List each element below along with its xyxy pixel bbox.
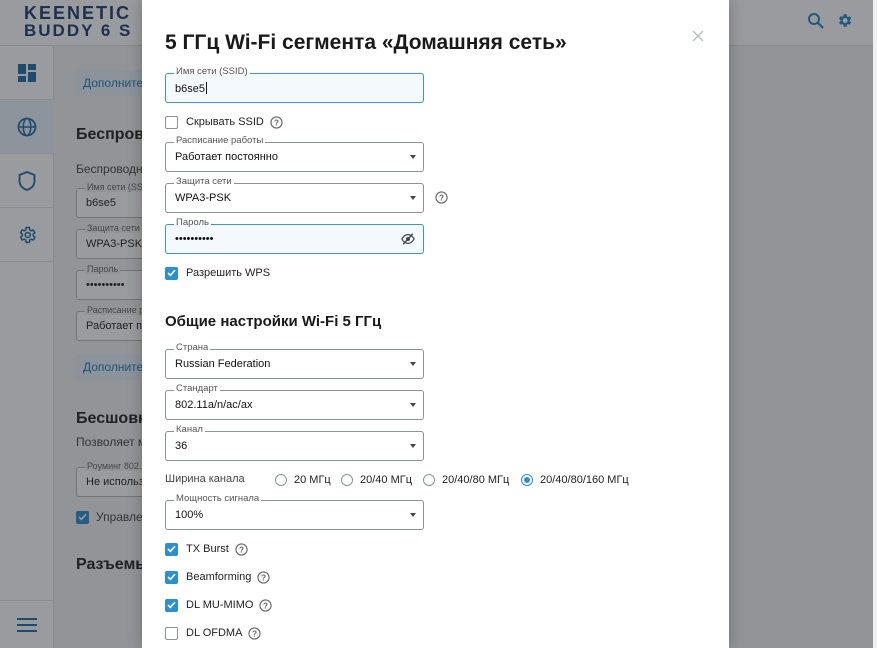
power-select[interactable]: Мощность сигнала 100% [165,493,424,530]
ssid-input[interactable]: Имя сети (SSID) b6se5 [165,66,424,103]
help-icon[interactable]: ? [235,542,248,556]
ssid-label: Имя сети (SSID) [174,66,250,78]
channel-width-label: Ширина канала [165,473,245,485]
country-select[interactable]: Страна Russian Federation [165,342,424,379]
dl-ofdma-checkbox[interactable] [165,626,178,640]
wps-checkbox[interactable] [165,266,178,280]
schedule-select[interactable]: Расписание работы Работает постоянно [165,135,424,172]
channel-width-group: Ширина канала 20 МГц 20/40 МГц 20/40/80 … [165,472,645,488]
channel-value: 36 [175,440,188,452]
radio-20-40-80-label: 20/40/80 МГц [442,474,510,486]
hide-ssid-label: Скрывать SSID [186,116,264,128]
wps-row[interactable]: Разрешить WPS [165,265,270,281]
password-label: Пароль [174,217,211,229]
power-value: 100% [175,509,204,521]
svg-text:?: ? [261,572,266,582]
svg-text:?: ? [239,544,244,554]
help-icon[interactable]: ? [259,598,273,612]
svg-text:?: ? [274,117,279,127]
chevron-down-icon [410,362,416,366]
radio-20-40-80-160-label: 20/40/80/160 МГц [540,474,629,486]
password-value: •••••••••• [175,233,214,245]
channel-width-option-20-40-80-160[interactable]: 20/40/80/160 МГц [521,472,629,488]
chevron-down-icon [410,155,416,159]
dl-ofdma-label: DL OFDMA [186,627,243,639]
security-select[interactable]: Защита сети WPA3-PSK [165,176,424,213]
eye-off-icon[interactable] [401,232,415,246]
beamforming-label: Beamforming [186,571,252,583]
channel-width-option-20-40-80[interactable]: 20/40/80 МГц [423,472,509,488]
svg-text:?: ? [252,628,257,638]
wps-label: Разрешить WPS [186,267,271,279]
radio-20-40-label: 20/40 МГц [360,474,413,486]
chevron-down-icon [410,403,416,407]
radio-20-label: 20 МГц [294,474,331,486]
svg-text:?: ? [439,193,444,203]
country-label: Страна [174,342,211,354]
dl-mu-mimo-label: DL MU-MIMO [186,599,254,611]
schedule-label: Расписание работы [174,135,266,147]
radio-20[interactable] [275,474,287,486]
chevron-down-icon [410,196,416,200]
tx-burst-label: TX Burst [186,543,229,555]
radio-20-40[interactable] [341,474,353,486]
dialog-title: 5 ГГц Wi-Fi сегмента «Домашняя сеть» [165,31,567,54]
password-input[interactable]: Пароль •••••••••• [165,217,424,254]
power-label: Мощность сигнала [174,493,262,505]
tx-burst-checkbox[interactable] [165,542,178,556]
svg-text:?: ? [263,600,268,610]
channel-select[interactable]: Канал 36 [165,424,424,461]
standard-label: Стандарт [174,383,220,395]
page-scrollbar[interactable] [873,0,877,648]
standard-select[interactable]: Стандарт 802.11a/n/ac/ax [165,383,424,420]
channel-width-option-20[interactable]: 20 МГц [275,472,331,488]
dl-ofdma-row[interactable]: DL OFDMA ? [165,625,262,641]
channel-label: Канал [174,424,205,436]
help-icon[interactable]: ? [248,626,262,640]
help-icon[interactable]: ? [270,115,283,129]
beamforming-checkbox[interactable] [165,570,178,584]
tx-burst-row[interactable]: TX Burst ? [165,541,248,557]
dl-mu-mimo-checkbox[interactable] [165,598,178,612]
help-icon[interactable]: ? [435,191,448,204]
hide-ssid-row[interactable]: Скрывать SSID ? [165,114,283,130]
wifi-5ghz-dialog: 5 ГГц Wi-Fi сегмента «Домашняя сеть» Имя… [142,0,729,648]
help-icon[interactable]: ? [257,570,271,584]
beamforming-row[interactable]: Beamforming ? [165,569,271,585]
radio-20-40-80-160[interactable] [521,474,533,486]
standard-value: 802.11a/n/ac/ax [175,399,253,411]
radio-20-40-80[interactable] [423,474,435,486]
country-value: Russian Federation [175,358,271,370]
close-icon[interactable] [689,26,707,44]
ssid-value: b6se5 [175,83,205,95]
security-label: Защита сети [174,176,234,188]
channel-width-option-20-40[interactable]: 20/40 МГц [341,472,412,488]
text-cursor [205,82,207,94]
dl-mu-mimo-row[interactable]: DL MU-MIMO ? [165,597,273,613]
chevron-down-icon [410,513,416,517]
general-settings-title: Общие настройки Wi-Fi 5 ГГц [165,313,382,330]
chevron-down-icon [410,444,416,448]
schedule-value: Работает постоянно [175,151,278,163]
hide-ssid-checkbox[interactable] [165,115,178,129]
security-value: WPA3-PSK [175,192,232,204]
